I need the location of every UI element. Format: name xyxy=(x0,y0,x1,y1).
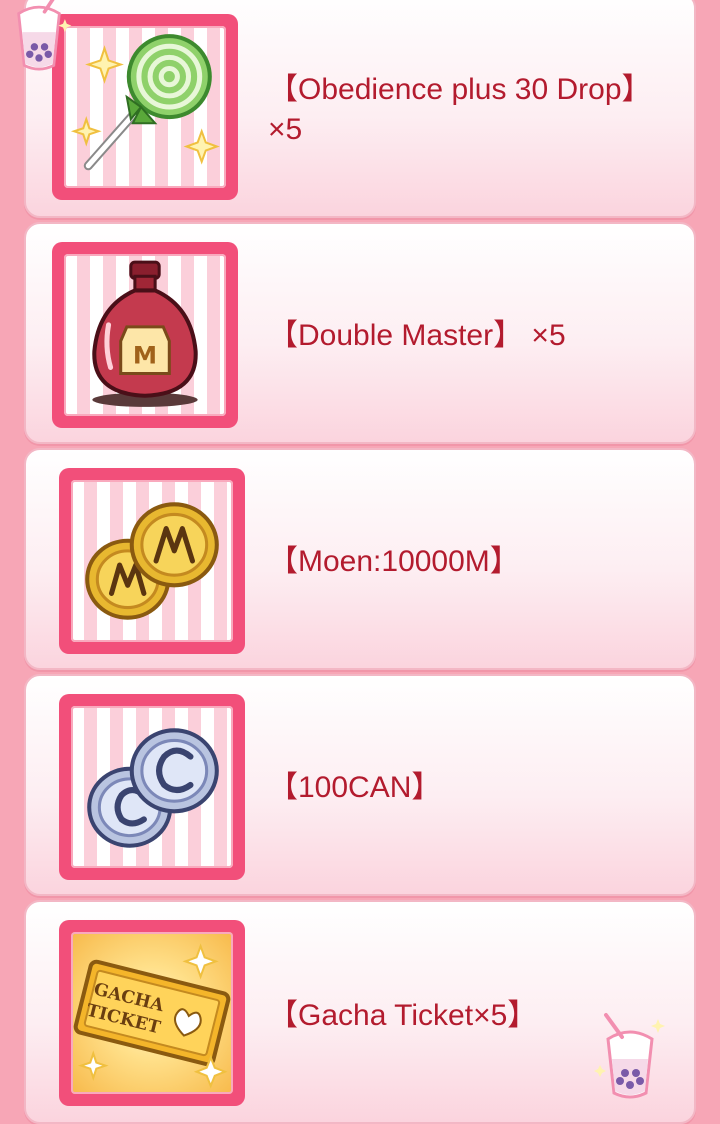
reward-label: 【Obedience plus 30 Drop】×5 xyxy=(268,73,652,146)
reward-icon-frame xyxy=(59,468,245,654)
reward-card-moen: 【Moen:10000M】 xyxy=(24,448,696,670)
reward-label: 【Moen:10000M】 xyxy=(268,545,520,578)
potion-bottle-icon: M xyxy=(92,260,198,407)
reward-icon-frame: GACHA TICKET xyxy=(59,920,245,1106)
reward-card-obedience-drop: 【Obedience plus 30 Drop】×5 xyxy=(24,0,696,218)
reward-icon-frame xyxy=(52,14,238,200)
bubble-tea-icon xyxy=(2,0,76,76)
reward-label: 【100CAN】 xyxy=(268,771,442,804)
svg-text:M: M xyxy=(133,340,157,369)
gacha-ticket-icon: GACHA TICKET xyxy=(73,943,231,1089)
gold-coins-icon xyxy=(85,502,219,620)
bubble-tea-icon xyxy=(592,1008,672,1100)
reward-card-can: 【100CAN】 xyxy=(24,674,696,896)
silver-coins-icon xyxy=(87,728,219,848)
reward-label: 【Double Master】 ×5 xyxy=(268,319,566,352)
reward-card-double-master: M 【Double Master】 ×5 xyxy=(24,222,696,444)
reward-icon-frame: M xyxy=(52,242,238,428)
lollipop-icon xyxy=(70,34,220,171)
reward-list: 【Obedience plus 30 Drop】×5 M 【Double Mas… xyxy=(0,0,720,1124)
reward-icon-frame xyxy=(59,694,245,880)
